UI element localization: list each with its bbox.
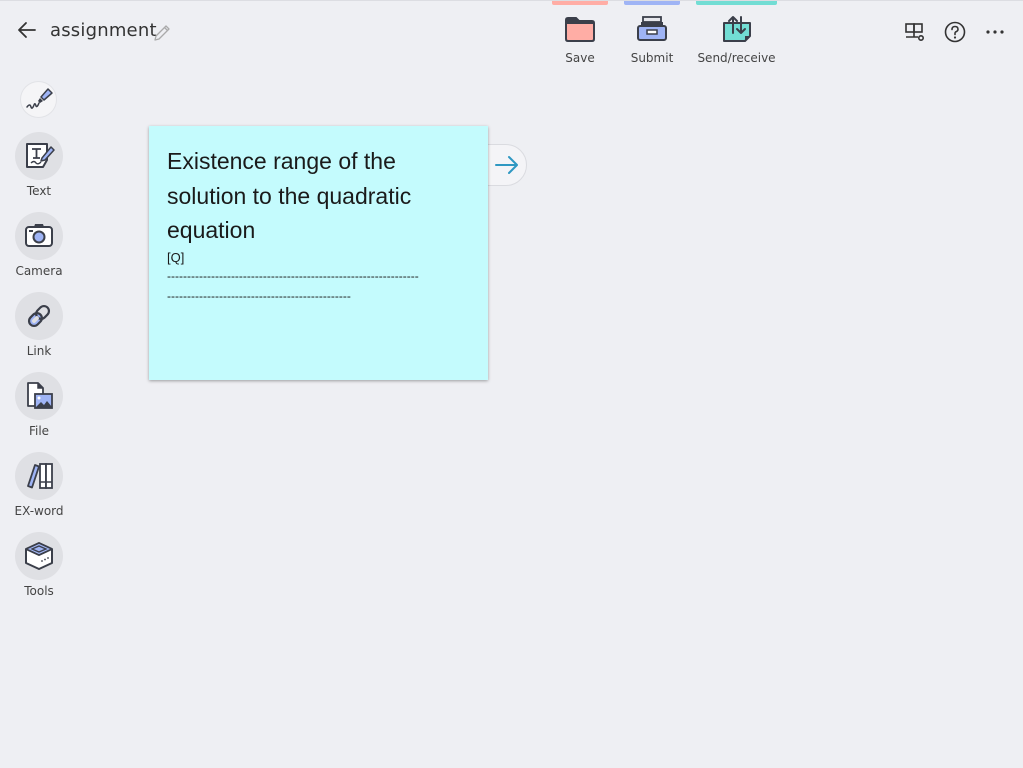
display-board-button[interactable]: [903, 20, 927, 44]
send-receive-label: Send/receive: [697, 51, 776, 65]
tools-box-icon: [25, 542, 53, 570]
send-receive-icon: [722, 16, 751, 42]
drawer-tray-icon: [637, 16, 667, 41]
card-answer-line-1: ----------------------------------------…: [167, 268, 419, 283]
pencil-icon: [154, 25, 170, 41]
dictionary-icon: [27, 463, 53, 489]
more-button[interactable]: [983, 20, 1007, 44]
more-icon: [986, 30, 1004, 34]
tool-camera-label: Camera: [15, 264, 63, 278]
link-icon: [27, 304, 51, 328]
edit-title-button[interactable]: [152, 23, 172, 43]
question-card[interactable]: Existence range of the solution to the q…: [149, 126, 488, 380]
tool-file[interactable]: File: [15, 372, 63, 438]
help-button[interactable]: [943, 20, 967, 44]
send-receive-button[interactable]: Send/receive: [696, 1, 777, 65]
tool-tools[interactable]: Tools: [15, 532, 63, 598]
tool-link-label: Link: [26, 344, 52, 358]
submit-label: Submit: [630, 51, 674, 65]
tool-ex-word[interactable]: EX-word: [14, 452, 64, 518]
help-icon: [944, 21, 966, 43]
tool-tools-label: Tools: [24, 584, 54, 598]
file-image-icon: [27, 382, 53, 409]
card-question-marker: [Q]: [167, 249, 185, 265]
tool-text[interactable]: Text: [15, 132, 63, 198]
text-icon: [26, 143, 55, 168]
save-button[interactable]: Save: [552, 1, 608, 65]
card-answer-line-2: ----------------------------------------…: [167, 288, 351, 303]
tool-text-label: Text: [26, 184, 52, 198]
arrow-right-icon: [495, 156, 518, 174]
tool-ex-word-label: EX-word: [14, 504, 64, 518]
save-label: Save: [565, 51, 595, 65]
arrow-left-icon: [18, 22, 36, 38]
tool-link[interactable]: Link: [15, 292, 63, 358]
tool-file-label: File: [28, 424, 50, 438]
page-title: assignment: [50, 20, 157, 41]
pen-tool-button[interactable]: [21, 82, 56, 117]
submit-button[interactable]: Submit: [624, 1, 680, 65]
display-board-icon: [905, 23, 925, 42]
pen-icon: [25, 87, 53, 109]
card-heading: Existence range of the solution to the q…: [167, 148, 412, 243]
back-button[interactable]: [14, 17, 40, 43]
camera-icon: [25, 224, 53, 247]
tool-camera[interactable]: Camera: [15, 212, 63, 278]
folder-icon: [565, 17, 595, 42]
